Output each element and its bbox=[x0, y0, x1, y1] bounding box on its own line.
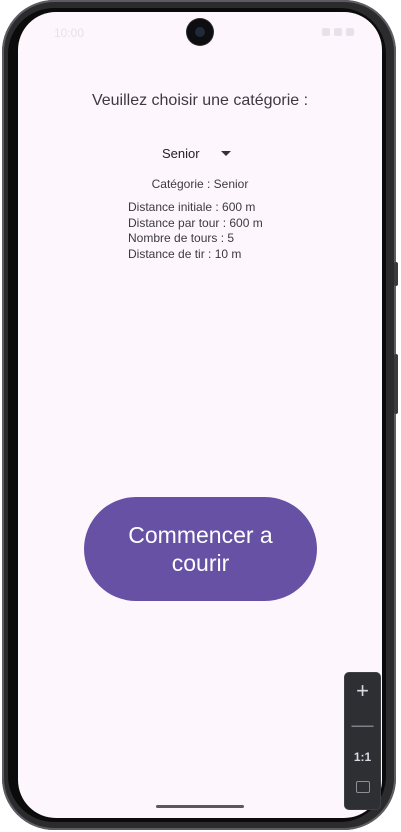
selected-category-label: Catégorie : Senior bbox=[151, 177, 249, 191]
dropdown-selected-value: Senior bbox=[162, 145, 200, 161]
detail-lap-distance: Distance par tour : 600 m bbox=[128, 215, 263, 230]
battery-icon bbox=[346, 28, 354, 36]
app-screen: 10:00 Veuillez choisir une catégorie : S… bbox=[18, 12, 382, 818]
emulator-zoom-panel: + — 1:1 bbox=[344, 672, 381, 810]
zoom-out-button[interactable]: — bbox=[345, 711, 380, 739]
zoom-in-button[interactable]: + bbox=[345, 677, 380, 705]
page-title: Veuillez choisir une catégorie : bbox=[91, 92, 309, 109]
start-running-button[interactable]: Commencer a courir bbox=[84, 497, 317, 601]
gesture-home-bar[interactable] bbox=[156, 805, 244, 808]
fit-screen-button[interactable] bbox=[345, 781, 380, 799]
detail-shooting-distance: Distance de tir : 10 m bbox=[128, 246, 242, 261]
actual-size-button[interactable]: 1:1 bbox=[345, 749, 380, 765]
category-details: Distance initiale : 600 m Distance par t… bbox=[128, 200, 263, 262]
detail-lap-count: Nombre de tours : 5 bbox=[128, 231, 235, 245]
volume-button bbox=[394, 262, 398, 286]
fit-screen-icon bbox=[355, 781, 370, 793]
signal-icon bbox=[334, 28, 342, 36]
category-dropdown[interactable]: Senior bbox=[152, 143, 242, 163]
detail-initial-distance: Distance initiale : 600 m bbox=[128, 200, 256, 214]
status-icons bbox=[322, 28, 354, 36]
status-time: 10:00 bbox=[54, 26, 85, 40]
dropdown-arrow-icon bbox=[220, 150, 231, 156]
power-button bbox=[394, 354, 398, 414]
front-camera-icon bbox=[187, 19, 213, 45]
wifi-icon bbox=[322, 28, 330, 36]
start-running-label: Commencer a courir bbox=[128, 522, 273, 576]
